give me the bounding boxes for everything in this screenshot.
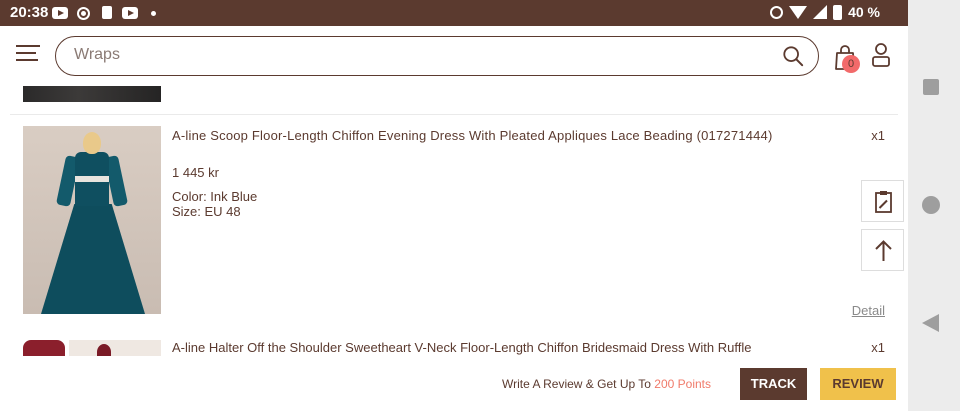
next-product-title[interactable]: A-line Halter Off the Shoulder Sweethear…	[172, 340, 752, 355]
recents-icon[interactable]	[923, 79, 939, 95]
item-divider	[10, 114, 898, 115]
next-item-image[interactable]	[23, 340, 65, 356]
more-notifications-dot-icon	[151, 11, 156, 16]
bottom-action-bar: Write A Review & Get Up To 200 Points TR…	[0, 356, 908, 411]
track-button[interactable]: TRACK	[740, 368, 807, 400]
status-right-group: 40 %	[770, 4, 880, 20]
review-promo-text: Write A Review & Get Up To 200 Points	[502, 377, 711, 391]
arrow-up-icon	[875, 240, 892, 261]
signal-icon	[813, 5, 828, 19]
status-bar: 20:38 40 %	[0, 0, 908, 26]
detail-link[interactable]: Detail	[852, 303, 885, 318]
review-promo-label: Write A Review & Get Up To	[502, 377, 655, 391]
next-item-image-alt[interactable]	[69, 340, 161, 356]
product-image[interactable]	[23, 126, 161, 314]
product-quantity: x1	[871, 128, 885, 143]
wifi-icon	[789, 5, 808, 19]
menu-icon[interactable]	[16, 45, 40, 63]
product-price: 1 445 kr	[172, 165, 219, 180]
battery-icon	[833, 4, 843, 20]
cart-count-badge: 0	[842, 55, 860, 73]
battery-percent: 40 %	[848, 4, 880, 20]
next-product-quantity: x1	[871, 340, 885, 355]
search-bar[interactable]	[55, 36, 819, 76]
search-input[interactable]	[74, 46, 754, 64]
chrome-notification-icon	[77, 7, 90, 20]
youtube-notification-icon	[52, 7, 68, 19]
alarm-icon	[770, 5, 784, 19]
product-color: Color: Ink Blue	[172, 189, 258, 204]
youtube-notification-icon-2	[122, 7, 138, 19]
review-button[interactable]: REVIEW	[820, 368, 896, 400]
previous-item-image[interactable]	[23, 86, 161, 102]
back-icon[interactable]	[922, 314, 939, 332]
search-icon[interactable]	[782, 45, 804, 67]
product-title[interactable]: A-line Scoop Floor-Length Chiffon Evenin…	[172, 128, 773, 143]
scroll-to-top-button[interactable]	[861, 229, 904, 271]
clipboard-button[interactable]	[861, 180, 904, 222]
clipboard-edit-icon	[875, 191, 892, 213]
status-time: 20:38	[10, 4, 49, 21]
home-icon[interactable]	[922, 196, 940, 214]
app-header: 0	[0, 26, 908, 86]
drive-notification-icon	[102, 6, 112, 19]
account-icon[interactable]	[870, 42, 892, 68]
review-points: 200 Points	[654, 377, 712, 391]
order-list: A-line Scoop Floor-Length Chiffon Evenin…	[10, 86, 898, 356]
product-size: Size: EU 48	[172, 204, 241, 219]
